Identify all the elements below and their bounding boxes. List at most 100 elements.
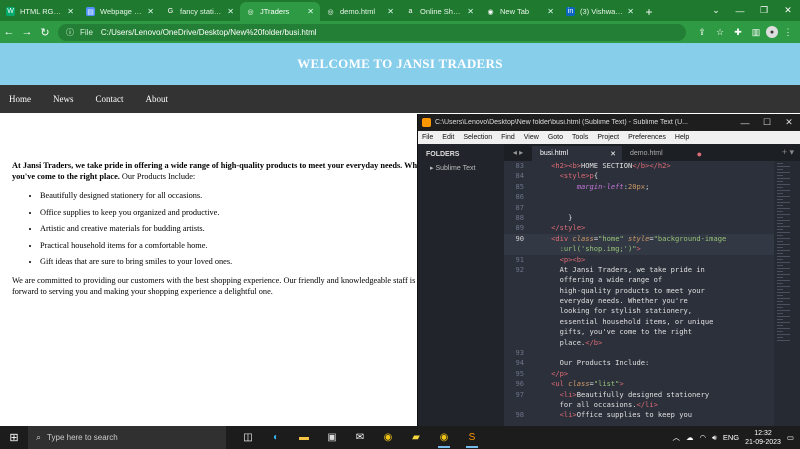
sublime-close-button[interactable]: ✕ (778, 117, 800, 128)
maximize-button[interactable]: ❐ (752, 0, 776, 21)
menu-item[interactable]: Tools (572, 134, 588, 141)
menu-item[interactable]: File (422, 134, 433, 141)
volume-icon[interactable]: 🔊︎ (712, 433, 717, 443)
address-url[interactable]: C:/Users/Lenovo/OneDrive/Desktop/New%20f… (101, 28, 317, 37)
browser-tab[interactable]: ◎ JTraders ✕ (240, 2, 320, 21)
close-icon[interactable]: ✕ (467, 7, 474, 16)
code-line[interactable]: 93 (504, 348, 774, 358)
reload-button[interactable]: ↻ (36, 23, 54, 41)
file-explorer-icon[interactable]: ▬ (290, 426, 318, 449)
editor-tab-busi[interactable]: busi.html ✕ (532, 146, 622, 161)
code-line[interactable]: everyday needs. Whether you're (504, 296, 774, 306)
code-line[interactable]: 84 <style>p{ (504, 171, 774, 181)
code-line[interactable]: :url('shop.img;')"> (504, 244, 774, 255)
new-tab-button[interactable]: + (640, 2, 658, 21)
browser-tab[interactable]: ▤ Webpage Cre ✕ (80, 2, 160, 21)
code-editor[interactable]: 83 <h2><b>HOME SECTION</b></h2> 84 <style… (504, 161, 774, 426)
nav-link-home[interactable]: Home (9, 94, 31, 104)
close-button[interactable]: ✕ (776, 0, 800, 21)
close-icon[interactable]: ✕ (307, 7, 314, 16)
menu-item[interactable]: Preferences (628, 134, 666, 141)
code-line[interactable]: 86 (504, 192, 774, 202)
code-line[interactable]: 97 <li>Beautifully designed stationery (504, 390, 774, 400)
code-line[interactable]: 91 <p><b> (504, 255, 774, 265)
sticky-notes-icon[interactable]: ▰ (402, 426, 430, 449)
menu-item[interactable]: Goto (548, 134, 563, 141)
sublime-minimize-button[interactable]: — (734, 118, 756, 128)
code-line[interactable]: 94 Our Products Include: (504, 358, 774, 368)
code-line[interactable]: 89 </style> (504, 223, 774, 233)
mail-icon[interactable]: ✉ (346, 426, 374, 449)
menu-dots-icon[interactable]: ⋮ (780, 24, 796, 40)
language-indicator[interactable]: ENG (723, 433, 739, 442)
share-icon[interactable]: ⇪ (694, 24, 710, 40)
code-line[interactable]: essential household items, or unique (504, 317, 774, 327)
browser-tab[interactable]: in (3) Vishwa Ja ✕ (560, 2, 640, 21)
tab-nav-arrows-icon[interactable]: ◂ ▸ (504, 144, 532, 161)
chrome-icon[interactable]: ◉ (374, 426, 402, 449)
code-line[interactable]: 83 <h2><b>HOME SECTION</b></h2> (504, 161, 774, 171)
extensions-icon[interactable]: ✚ (730, 24, 746, 40)
menu-item[interactable]: Selection (463, 134, 492, 141)
close-icon[interactable]: ✕ (67, 7, 74, 16)
clock[interactable]: 12:32 21-09-2023 (745, 429, 781, 447)
code-line[interactable]: high-quality products to meet your (504, 286, 774, 296)
minimap[interactable] (774, 161, 800, 426)
close-icon[interactable]: ✕ (610, 150, 616, 158)
notifications-icon[interactable]: ▭ (787, 433, 794, 442)
menu-item[interactable]: Edit (442, 134, 454, 141)
new-tab-icon[interactable]: + ▾ (782, 144, 800, 161)
windows-start-icon[interactable]: ⊞ (0, 426, 28, 449)
browser-tab[interactable]: a Online Shopp ✕ (400, 2, 480, 21)
taskbar-search[interactable]: ⌕ Type here to search (28, 426, 226, 449)
info-icon[interactable]: ⓘ (66, 27, 74, 38)
back-button[interactable]: ← (0, 23, 18, 41)
code-line[interactable]: 88 } (504, 213, 774, 223)
close-icon[interactable]: ✕ (387, 7, 394, 16)
tab-search-icon[interactable]: ⌄ (704, 0, 728, 21)
code-line[interactable]: 98 <li>Office supplies to keep you (504, 410, 774, 420)
minimize-button[interactable]: — (728, 0, 752, 21)
sublime-icon[interactable]: S (458, 426, 486, 449)
code-line[interactable]: place.</b> (504, 338, 774, 348)
code-line[interactable]: looking for stylish stationery, (504, 306, 774, 316)
sublime-maximize-button[interactable]: ☐ (756, 117, 778, 128)
close-icon[interactable]: ✕ (547, 7, 554, 16)
profile-avatar[interactable]: ● (766, 26, 778, 38)
address-bar[interactable]: ⓘ File C:/Users/Lenovo/OneDrive/Desktop/… (58, 23, 686, 41)
cloud-icon[interactable]: ☁ (686, 433, 694, 442)
network-icon[interactable]: ◠ (700, 433, 707, 442)
code-line[interactable]: 96 <ul class="list"> (504, 379, 774, 389)
forward-button[interactable]: → (18, 23, 36, 41)
bookmark-star-icon[interactable]: ☆ (712, 24, 728, 40)
sidebar-folder[interactable]: ▸ Sublime Text (418, 164, 504, 172)
nav-link-about[interactable]: About (146, 94, 169, 104)
close-icon[interactable]: ✕ (227, 7, 234, 16)
code-line[interactable]: gifts, you've come to the right (504, 327, 774, 337)
browser-tab[interactable]: Gfancy statione ✕ (160, 2, 240, 21)
close-icon[interactable]: ✕ (627, 7, 634, 16)
browser-tab[interactable]: W HTML RGB an ✕ (0, 2, 80, 21)
code-line[interactable]: 92 At Jansi Traders, we take pride in (504, 265, 774, 275)
side-panel-icon[interactable]: ▥ (748, 24, 764, 40)
close-icon[interactable]: ✕ (147, 7, 154, 16)
editor-tab-demo[interactable]: demo.html ● (622, 146, 712, 161)
code-line[interactable]: 95 </p> (504, 369, 774, 379)
menu-item[interactable]: Project (597, 134, 619, 141)
chrome-icon[interactable]: ◉ (430, 426, 458, 449)
edge-icon[interactable]: ◐ (262, 426, 290, 449)
menu-item[interactable]: View (524, 134, 539, 141)
store-icon[interactable]: ▣ (318, 426, 346, 449)
code-line[interactable]: 85 margin-left:20px; (504, 182, 774, 192)
menu-item[interactable]: Help (675, 134, 689, 141)
browser-tab[interactable]: ◉ New Tab ✕ (480, 2, 560, 21)
tray-chevron-icon[interactable]: ︿ (673, 432, 681, 443)
nav-link-news[interactable]: News (53, 94, 74, 104)
browser-tab[interactable]: ◎ demo.html ✕ (320, 2, 400, 21)
code-line[interactable]: offering a wide range of (504, 275, 774, 285)
task-view-icon[interactable]: ◫ (234, 426, 262, 449)
code-line[interactable]: 87 (504, 203, 774, 213)
code-line[interactable]: 90 <div class="home" style="background-i… (504, 233, 774, 245)
code-line[interactable]: for all occasions.</li> (504, 400, 774, 410)
nav-link-contact[interactable]: Contact (96, 94, 124, 104)
